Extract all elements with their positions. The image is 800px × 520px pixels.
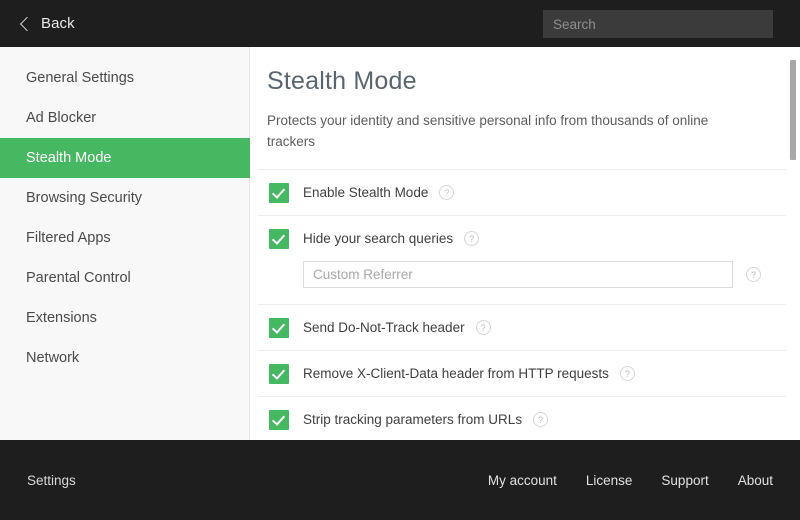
sidebar-nav: General Settings Ad Blocker Stealth Mode… xyxy=(0,47,250,440)
footer-link-license[interactable]: License xyxy=(586,473,633,488)
sidebar-item-label: Filtered Apps xyxy=(26,230,111,246)
sidebar-item-label: Browsing Security xyxy=(26,190,143,206)
sidebar-item-stealth-mode[interactable]: Stealth Mode xyxy=(0,138,250,178)
footer-link-support[interactable]: Support xyxy=(661,473,708,488)
settings-list: Enable Stealth Mode ? Hide your search q… xyxy=(250,169,800,440)
sidebar-item-label: General Settings xyxy=(26,70,135,86)
checkbox-remove-x-client-data-header[interactable] xyxy=(269,363,289,384)
sidebar-item-ad-blocker[interactable]: Ad Blocker xyxy=(0,98,249,138)
chevron-left-icon xyxy=(19,16,35,31)
sidebar-item-filtered-apps[interactable]: Filtered Apps xyxy=(0,218,249,258)
sidebar-item-label: Network xyxy=(26,350,80,366)
setting-label: Hide your search queries xyxy=(303,231,454,246)
setting-label: Strip tracking parameters from URLs xyxy=(303,412,523,427)
search-input[interactable]: Search xyxy=(543,10,773,38)
sidebar-item-label: Parental Control xyxy=(26,270,131,286)
setting-label: Send Do-Not-Track header xyxy=(303,320,465,335)
footer-settings-link[interactable]: Settings xyxy=(27,473,76,488)
sidebar-item-label: Stealth Mode xyxy=(26,150,112,166)
custom-referrer-input[interactable]: Custom Referrer xyxy=(303,261,733,288)
help-icon[interactable]: ? xyxy=(619,366,635,381)
sidebar-item-parental-control[interactable]: Parental Control xyxy=(0,258,249,298)
checkbox-strip-tracking-parameters[interactable] xyxy=(269,409,289,430)
back-button[interactable]: Back xyxy=(19,15,75,32)
checkbox-enable-stealth-mode[interactable] xyxy=(269,182,289,203)
back-button-label: Back xyxy=(41,15,75,32)
sidebar-item-general-settings[interactable]: General Settings xyxy=(0,58,249,98)
footer-link-my-account[interactable]: My account xyxy=(488,473,557,488)
setting-row-do-not-track: Send Do-Not-Track header ? xyxy=(258,304,800,350)
help-icon[interactable]: ? xyxy=(533,412,549,427)
setting-label: Remove X-Client-Data header from HTTP re… xyxy=(303,366,609,381)
settings-panel: Stealth Mode Protects your identity and … xyxy=(250,47,800,440)
sidebar-item-label: Ad Blocker xyxy=(26,110,97,126)
setting-row-hide-search-queries: Hide your search queries ? Custom Referr… xyxy=(258,215,800,304)
footer-links: My account License Support About xyxy=(488,473,773,488)
custom-referrer-placeholder: Custom Referrer xyxy=(313,267,413,282)
page-title: Stealth Mode xyxy=(267,67,417,95)
settings-window: Back Search General Settings Ad Blocker … xyxy=(0,0,800,520)
checkbox-send-do-not-track-header[interactable] xyxy=(269,317,289,338)
setting-row-enable-stealth-mode: Enable Stealth Mode ? xyxy=(258,169,800,215)
footer-bar: Settings My account License Support Abou… xyxy=(0,440,800,520)
help-icon[interactable]: ? xyxy=(746,267,761,282)
help-icon[interactable]: ? xyxy=(439,185,455,200)
help-icon[interactable]: ? xyxy=(464,231,480,246)
page-description: Protects your identity and sensitive per… xyxy=(267,113,709,149)
checkbox-hide-search-queries[interactable] xyxy=(269,228,289,249)
setting-label: Enable Stealth Mode xyxy=(303,185,429,200)
content-body: General Settings Ad Blocker Stealth Mode… xyxy=(0,47,800,440)
sidebar-item-network[interactable]: Network xyxy=(0,338,249,378)
help-icon[interactable]: ? xyxy=(475,320,491,335)
scrollbar[interactable] xyxy=(786,47,800,440)
scrollbar-thumb[interactable] xyxy=(790,60,796,160)
top-header-bar: Back Search xyxy=(0,0,800,47)
sidebar-item-browsing-security[interactable]: Browsing Security xyxy=(0,178,249,218)
footer-link-about[interactable]: About xyxy=(738,473,773,488)
setting-row-strip-tracking-parameters: Strip tracking parameters from URLs ? xyxy=(258,396,800,440)
setting-row-remove-x-client-data: Remove X-Client-Data header from HTTP re… xyxy=(258,350,800,396)
sidebar-item-extensions[interactable]: Extensions xyxy=(0,298,249,338)
search-placeholder: Search xyxy=(553,16,596,32)
sidebar-item-label: Extensions xyxy=(26,310,97,326)
